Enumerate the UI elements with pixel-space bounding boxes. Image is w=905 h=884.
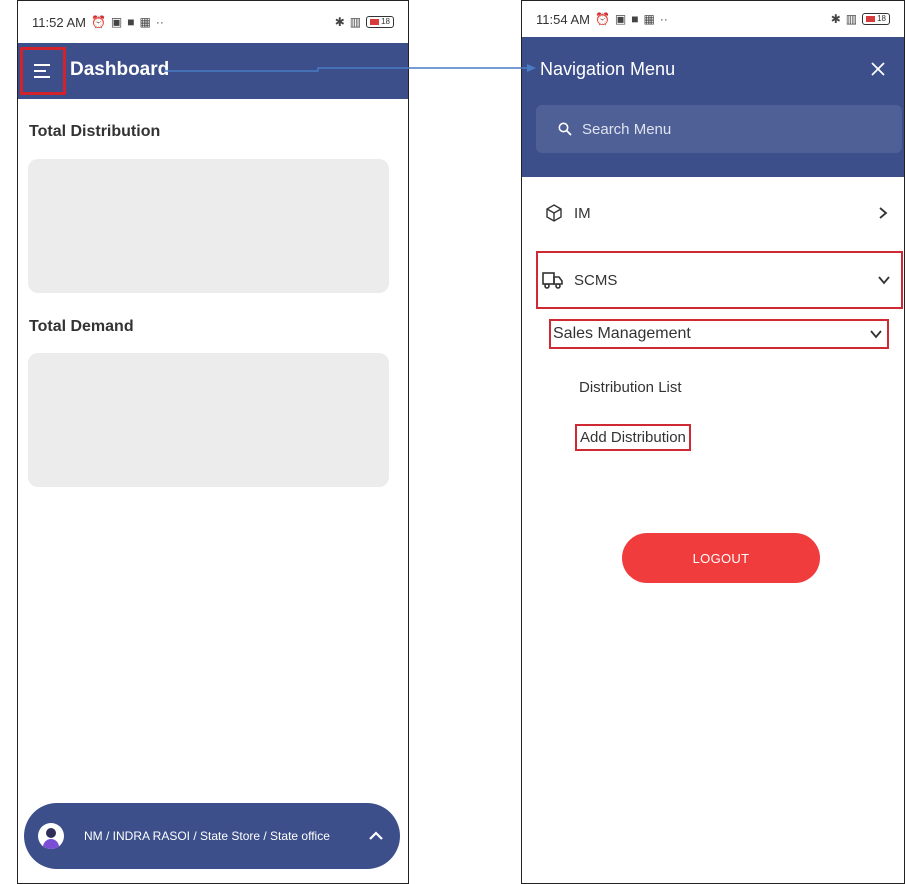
nav-item-im[interactable]: IM — [522, 197, 904, 229]
chevron-right-icon — [876, 206, 890, 220]
chevron-down-icon — [869, 327, 883, 341]
truck-icon — [542, 272, 563, 289]
bluetooth-icon: ✱ — [334, 15, 345, 29]
total-distribution-card — [28, 159, 389, 293]
total-distribution-title: Total Distribution — [29, 123, 161, 140]
user-context-bar[interactable]: NM / INDRA RASOI / State Store / State o… — [24, 803, 400, 869]
alarm-icon: ⏰ — [594, 12, 610, 26]
signal-icon: ▥ — [845, 12, 858, 26]
nav-item-label: SCMS — [574, 271, 618, 289]
battery-icon: 18 — [862, 13, 890, 25]
chevron-up-icon[interactable] — [368, 831, 384, 841]
bluetooth-icon: ✱ — [830, 12, 841, 26]
link-add-distribution[interactable]: Add Distribution — [575, 424, 691, 451]
status-time: 11:54 AM — [536, 11, 590, 27]
close-button[interactable] — [866, 57, 890, 81]
submenu-sales-management[interactable]: Sales Management — [549, 319, 889, 349]
logout-button[interactable]: LOGOUT — [622, 533, 820, 583]
lock-icon: ■ — [631, 12, 639, 26]
signal-icon: ▥ — [349, 15, 362, 29]
total-demand-card — [28, 353, 389, 487]
more-icon: ·· — [155, 15, 164, 29]
notification-icon: ▣ — [614, 12, 627, 26]
nav-item-scms[interactable]: SCMS — [536, 251, 903, 309]
status-time: 11:52 AM — [32, 14, 86, 30]
linkedin-icon: ▦ — [139, 15, 151, 29]
navigation-menu-screen: 11:54 AM ⏰ ▣ ■ ▦ ·· ✱ ▥ 18 Navigation Me… — [521, 0, 905, 884]
chevron-down-icon — [877, 273, 891, 287]
total-demand-title: Total Demand — [29, 318, 134, 335]
search-input[interactable] — [580, 119, 884, 139]
more-icon: ·· — [659, 12, 668, 26]
battery-icon: 18 — [366, 16, 394, 28]
hamburger-icon — [34, 64, 50, 78]
link-distribution-list[interactable]: Distribution List — [579, 379, 682, 396]
linkedin-icon: ▦ — [643, 12, 655, 26]
status-bar: 11:52 AM ⏰ ▣ ■ ▦ ·· ✱ ▥ 18 — [18, 1, 408, 43]
page-title: Dashboard — [70, 59, 170, 80]
alarm-icon: ⏰ — [90, 15, 106, 29]
user-context-text: NM / INDRA RASOI / State Store / State o… — [84, 829, 330, 843]
nav-item-label: IM — [574, 204, 591, 222]
nav-header: Navigation Menu — [522, 37, 904, 177]
search-icon — [558, 122, 572, 136]
dashboard-screen: 11:52 AM ⏰ ▣ ■ ▦ ·· ✱ ▥ 18 Dashboard Tot… — [17, 0, 409, 884]
submenu-label: Sales Management — [553, 325, 691, 342]
hamburger-menu-button[interactable] — [20, 47, 66, 95]
avatar — [38, 823, 64, 849]
nav-title: Navigation Menu — [540, 59, 676, 79]
box-icon — [546, 204, 562, 222]
notification-icon: ▣ — [110, 15, 123, 29]
close-icon — [871, 62, 885, 76]
status-bar: 11:54 AM ⏰ ▣ ■ ▦ ·· ✱ ▥ 18 — [522, 1, 904, 37]
app-bar: Dashboard — [18, 43, 408, 99]
lock-icon: ■ — [127, 15, 135, 29]
search-box[interactable] — [536, 105, 902, 153]
